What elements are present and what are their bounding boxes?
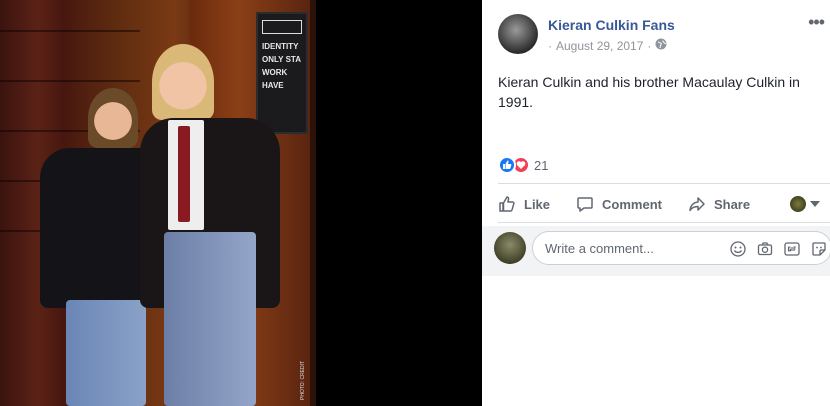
- sign-line: HAVE: [262, 81, 284, 90]
- share-label: Share: [713, 196, 751, 212]
- share-button[interactable]: Share: [688, 195, 750, 213]
- sign-line: IDENTITY: [262, 42, 299, 51]
- boy-left-head: [88, 88, 138, 148]
- globe-icon[interactable]: [655, 38, 667, 53]
- sign-line: WORK: [262, 68, 288, 77]
- like-label: Like: [524, 196, 551, 212]
- reaction-count: 21: [534, 157, 549, 173]
- chevron-down-icon: [810, 201, 820, 207]
- boy-right-head: [152, 44, 214, 120]
- sign-line: ONLY STA: [262, 55, 301, 64]
- comment-input[interactable]: Write a comment...: [532, 231, 830, 265]
- meta-separator: ·: [647, 38, 652, 53]
- post-text: Kieran Culkin and his brother Macaulay C…: [498, 74, 800, 110]
- photo-viewer: IDENTITY ONLY STA WORK HAVE PHOTO: CREDI…: [0, 0, 482, 406]
- post-photo[interactable]: IDENTITY ONLY STA WORK HAVE PHOTO: CREDI…: [0, 0, 316, 406]
- post-panel: Kieran Culkin Fans · August 29, 2017 · •…: [482, 0, 830, 406]
- post-meta: · August 29, 2017 ·: [548, 38, 667, 53]
- comment-label: Comment: [602, 196, 662, 212]
- share-arrow-icon: [689, 197, 705, 212]
- camera-icon[interactable]: [756, 240, 773, 257]
- photo-credit: PHOTO: CREDIT: [300, 360, 306, 400]
- smiley-icon[interactable]: [729, 240, 746, 257]
- meta-separator: ·: [548, 38, 552, 53]
- page-avatar[interactable]: [498, 14, 538, 54]
- boy-right-tie: [178, 126, 190, 222]
- speech-bubble-icon: [577, 197, 593, 212]
- comment-button[interactable]: Comment: [576, 195, 662, 213]
- gif-icon[interactable]: [783, 240, 800, 257]
- comment-composer: Write a comment...: [482, 226, 830, 276]
- like-button[interactable]: Like: [498, 195, 550, 213]
- divider: [498, 183, 830, 184]
- comment-tools: [729, 240, 827, 257]
- boy-right-pants: [164, 232, 256, 406]
- post-date-link[interactable]: August 29, 2017: [556, 39, 643, 53]
- comment-placeholder: Write a comment...: [545, 241, 654, 256]
- boy-left-jeans: [66, 300, 146, 406]
- sticker-icon[interactable]: [810, 240, 827, 257]
- post-actions: Like Comment Share: [498, 190, 830, 218]
- like-reaction-icon: [498, 156, 516, 174]
- more-options-icon[interactable]: •••: [808, 12, 825, 33]
- brick-line: [0, 80, 140, 82]
- reactions-summary[interactable]: 21: [498, 156, 548, 174]
- page-name-link[interactable]: Kieran Culkin Fans: [548, 17, 675, 33]
- thumbs-up-icon: [499, 196, 515, 212]
- brick-line: [0, 30, 140, 32]
- divider: [498, 222, 830, 223]
- react-as-selector[interactable]: [790, 196, 820, 212]
- mini-avatar: [790, 196, 806, 212]
- sign-logo: [262, 20, 302, 34]
- commenter-avatar: [494, 232, 526, 264]
- wall-sign: IDENTITY ONLY STA WORK HAVE: [256, 12, 308, 134]
